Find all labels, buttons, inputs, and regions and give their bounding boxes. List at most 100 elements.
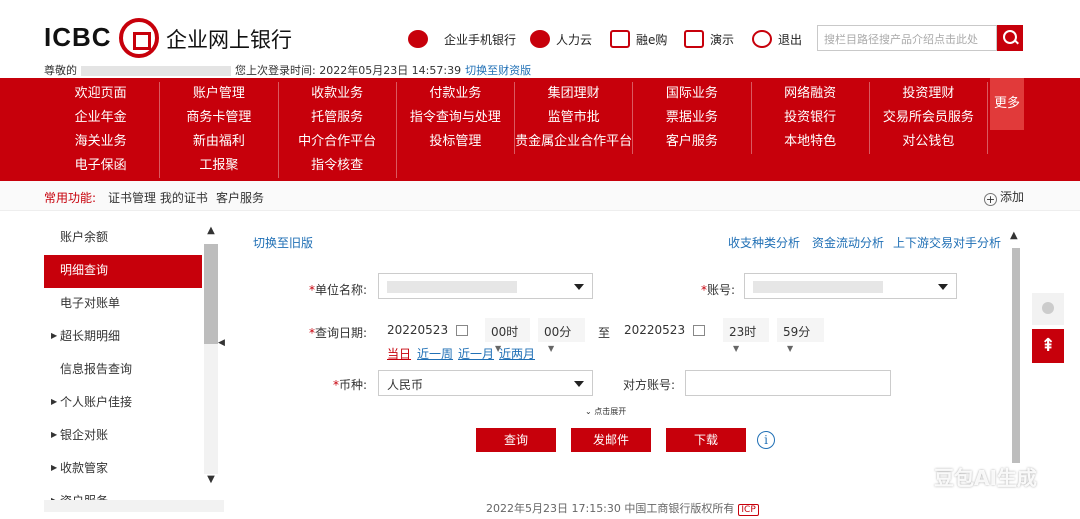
masked-unit-name <box>387 280 517 293</box>
bulb-icon[interactable] <box>1032 293 1064 325</box>
chevron-down-icon: ⌄ <box>585 407 592 416</box>
query-button[interactable]: 查询 <box>476 428 556 452</box>
menu-item[interactable]: 账户管理 <box>160 82 279 106</box>
sidebar-item[interactable]: 账户余额 <box>44 222 202 255</box>
to-date-input[interactable]: 20220523 <box>618 318 711 342</box>
main-scrollbar[interactable]: ▲ <box>1010 230 1022 470</box>
menu-item[interactable]: 海关业务 <box>42 130 161 154</box>
menu-grid: 欢迎页面 账户管理 收款业务 付款业务 集团理财 国际业务 网络融资 投资理财企业年金 商务卡管… <box>42 82 988 178</box>
sidebar-item-label: 账户余额 <box>60 230 109 244</box>
menu-item[interactable]: 工报聚 <box>160 154 279 178</box>
chevron-down-icon <box>574 284 584 290</box>
menu-item[interactable]: 企业年金 <box>42 106 161 130</box>
account-label: *账号: <box>700 283 735 297</box>
sidebar-item-label: 明细查询 <box>60 263 109 277</box>
menu-item[interactable]: 新由福利 <box>160 130 279 154</box>
unit-name-label: *单位名称: <box>308 283 367 297</box>
sidebar-item[interactable]: ▶ 超长期明细 <box>44 321 202 354</box>
menu-item[interactable]: 电子保函 <box>42 154 161 178</box>
menu-item[interactable]: 投资银行 <box>752 106 870 130</box>
main-menu: 欢迎页面 账户管理 收款业务 付款业务 集团理财 国际业务 网络融资 投资理财企业年金 商务卡管… <box>0 78 1080 181</box>
fund-flow-analysis-link[interactable]: 资金流动分析 <box>812 234 884 251</box>
sidebar-scroll-up-icon[interactable]: ▲ <box>202 225 220 243</box>
icbc-logo-icon <box>119 18 159 58</box>
topnav-demo[interactable]: 演示 <box>684 30 734 48</box>
collapse-sidebar-icon[interactable]: ◀ <box>218 338 225 348</box>
menu-item[interactable]: 票据业务 <box>633 106 752 130</box>
menu-item[interactable]: 投资理财 <box>870 82 988 106</box>
menu-item[interactable]: 指令核查 <box>279 154 397 178</box>
menu-item[interactable]: 收款业务 <box>279 82 397 106</box>
sidebar-item[interactable]: 明细查询 <box>44 255 202 288</box>
add-shortcut-button[interactable]: + 添加 <box>984 188 1024 206</box>
menu-item[interactable]: 客户服务 <box>633 130 752 154</box>
quick-today-link[interactable]: 当日 <box>387 345 411 362</box>
menu-item[interactable]: 对公钱包 <box>870 130 988 154</box>
back-to-top-icon[interactable]: ⇞ <box>1032 329 1064 363</box>
common-item-customer-service[interactable]: 客户服务 <box>216 189 264 206</box>
to-hour-select[interactable]: 23时▼ <box>723 318 769 353</box>
query-date-label: *查询日期: <box>308 326 367 340</box>
from-hour-select[interactable]: 00时▼ <box>485 318 530 353</box>
expand-more-link[interactable]: ⌄ 点击展开 <box>585 406 626 417</box>
topnav-mobile-bank[interactable]: 企业手机银行 <box>408 30 516 48</box>
info-icon[interactable]: i <box>757 431 775 449</box>
scroll-up-icon[interactable]: ▲ <box>1010 230 1018 241</box>
sidebar-item[interactable]: 信息报告查询 <box>44 354 202 387</box>
calendar-icon[interactable] <box>456 325 469 336</box>
to-minute-select[interactable]: 59分▼ <box>777 318 824 353</box>
search-button[interactable] <box>997 25 1023 51</box>
menu-item[interactable]: 监管市批 <box>515 106 634 130</box>
quick-two-months-link[interactable]: 近两月 <box>499 345 535 362</box>
menu-item[interactable]: 本地特色 <box>752 130 870 154</box>
switch-old-version-link[interactable]: 切换至旧版 <box>253 234 313 251</box>
menu-item[interactable]: 交易所会员服务 <box>870 106 988 130</box>
chevron-right-icon: ▶ <box>51 463 58 472</box>
menu-item[interactable]: 欢迎页面 <box>42 82 161 106</box>
counter-account-input[interactable] <box>685 370 891 396</box>
switch-treasury-link[interactable]: 切换至财资版 <box>465 64 531 77</box>
menu-item[interactable]: 托管服务 <box>279 106 397 130</box>
left-sidebar: 账户余额 明细查询 电子对账单 ▶ 超长期明细 信息报告查询 ▶ 个人账户佳接 ▶ 银企对账 ▶ 收款… <box>44 222 202 512</box>
account-select[interactable] <box>744 273 957 299</box>
more-menu-button[interactable]: 更多 <box>990 78 1024 130</box>
from-minute-select[interactable]: 00分▼ <box>538 318 585 353</box>
topnav-e-shop[interactable]: 融e购 <box>610 30 667 48</box>
menu-item[interactable]: 投标管理 <box>397 130 515 154</box>
menu-item[interactable]: 集团理财 <box>515 82 634 106</box>
unit-name-select[interactable] <box>378 273 593 299</box>
calendar-icon[interactable] <box>693 325 706 336</box>
sidebar-scroll-thumb[interactable] <box>204 244 218 344</box>
menu-item[interactable]: 国际业务 <box>633 82 752 106</box>
menu-item[interactable]: 商务卡管理 <box>160 106 279 130</box>
common-item-certificate[interactable]: 证书管理 我的证书 <box>108 189 208 206</box>
sidebar-item[interactable]: ▶ 个人账户佳接 <box>44 387 202 420</box>
menu-item[interactable]: 网络融资 <box>752 82 870 106</box>
search-input[interactable]: 搜栏目路径搜产品介绍点击此处 <box>817 25 997 51</box>
sidebar-horizontal-scrollbar[interactable] <box>44 500 224 512</box>
download-button[interactable]: 下载 <box>666 428 746 452</box>
menu-item[interactable]: 付款业务 <box>397 82 515 106</box>
menu-item[interactable]: 指令查询与处理 <box>397 106 515 130</box>
quick-week-link[interactable]: 近一周 <box>417 345 453 362</box>
currency-select[interactable]: 人民币 <box>378 370 593 396</box>
send-email-button[interactable]: 发邮件 <box>571 428 651 452</box>
sidebar-item[interactable]: 电子对账单 <box>44 288 202 321</box>
counterparty-analysis-link[interactable]: 上下游交易对手分析 <box>893 234 1001 251</box>
topnav-hr-cloud[interactable]: 人力云 <box>530 30 592 48</box>
from-date-input[interactable]: 20220523 <box>381 318 474 342</box>
chevron-right-icon: ▶ <box>51 397 58 406</box>
sidebar-item-label: 电子对账单 <box>60 296 121 310</box>
income-type-analysis-link[interactable]: 收支种类分析 <box>728 234 800 251</box>
main-scroll-thumb[interactable] <box>1012 248 1020 463</box>
topnav-logout[interactable]: 退出 <box>752 30 802 48</box>
sidebar-item[interactable]: ▶ 银企对账 <box>44 420 202 453</box>
sidebar-scroll-down-icon[interactable]: ▼ <box>202 474 220 492</box>
sidebar-item-label: 信息报告查询 <box>60 362 133 376</box>
sidebar-item-label: 超长期明细 <box>60 329 121 343</box>
menu-item[interactable]: 中介合作平台 <box>279 130 397 154</box>
top-header: ICBC 企业网上银行 企业手机银行 人力云 融e购 演示 退出 搜栏目路径搜产… <box>0 0 1080 78</box>
sidebar-item[interactable]: ▶ 收款管家 <box>44 453 202 486</box>
menu-item[interactable]: 贵金属企业合作平台 <box>515 130 634 154</box>
quick-month-link[interactable]: 近一月 <box>458 345 494 362</box>
